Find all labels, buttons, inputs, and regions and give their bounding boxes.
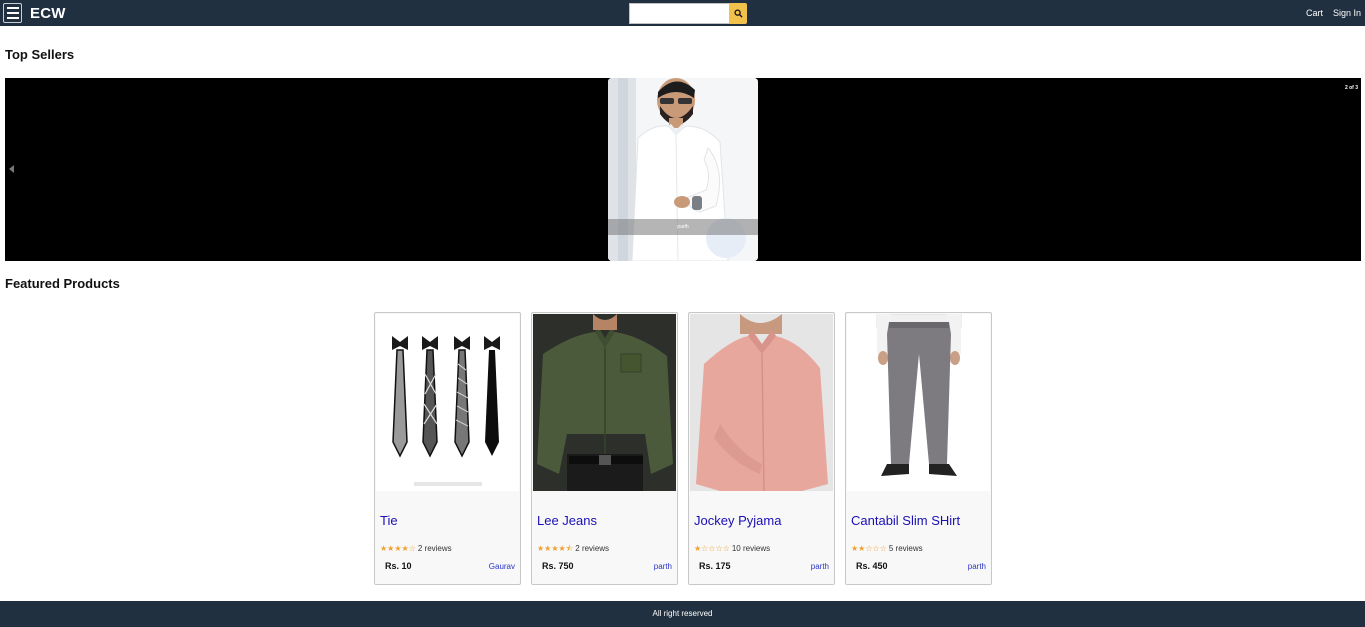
product-price: Rs. 10 xyxy=(385,561,412,571)
footer: All right reserved xyxy=(0,601,1365,627)
search-bar xyxy=(629,3,747,24)
product-name[interactable]: Tie xyxy=(380,513,398,528)
signin-link[interactable]: Sign In xyxy=(1333,8,1361,18)
review-count: 2 reviews xyxy=(575,544,610,553)
product-price: Rs. 450 xyxy=(856,561,888,571)
hamburger-menu-icon[interactable] xyxy=(3,3,22,23)
product-card[interactable]: Cantabil Slim SHirt ★★☆☆☆ 5 reviews Rs. … xyxy=(845,312,992,585)
review-count: 10 reviews xyxy=(731,544,771,553)
search-button[interactable] xyxy=(729,3,747,24)
seller-link[interactable]: parth xyxy=(968,562,986,571)
product-price: Rs. 175 xyxy=(699,561,731,571)
product-image[interactable] xyxy=(533,314,676,491)
green-shirt-image xyxy=(533,314,676,491)
header-links: Cart Sign In xyxy=(1306,8,1361,18)
carousel-slide[interactable]: parth xyxy=(608,78,758,261)
seller-link[interactable]: Gaurav xyxy=(489,562,515,571)
review-count: 5 reviews xyxy=(888,544,923,553)
cart-link[interactable]: Cart xyxy=(1306,8,1323,18)
top-sellers-title: Top Sellers xyxy=(5,47,75,62)
product-rating: ★☆☆☆☆ 10 reviews xyxy=(694,544,770,553)
star-rating-icon: ★★☆☆☆ xyxy=(851,543,887,553)
top-navbar: ECW Cart Sign In xyxy=(0,0,1365,26)
product-name[interactable]: Cantabil Slim SHirt xyxy=(851,513,960,528)
search-input[interactable] xyxy=(629,3,729,24)
seller-link[interactable]: parth xyxy=(654,562,672,571)
star-rating-icon: ★☆☆☆☆ xyxy=(694,543,730,553)
product-image[interactable] xyxy=(376,314,519,491)
seller-link[interactable]: parth xyxy=(811,562,829,571)
ties-image xyxy=(376,314,519,491)
product-name[interactable]: Lee Jeans xyxy=(537,513,597,528)
pink-shirt-image xyxy=(690,314,833,491)
product-card[interactable]: Jockey Pyjama ★☆☆☆☆ 10 reviews Rs. 175 p… xyxy=(688,312,835,585)
product-rating: ★★☆☆☆ 5 reviews xyxy=(851,544,923,553)
product-name[interactable]: Jockey Pyjama xyxy=(694,513,781,528)
brand-logo[interactable]: ECW xyxy=(30,5,66,22)
product-list: Tie ★★★★☆ 2 reviews Rs. 10 Gaurav Lee Je… xyxy=(374,312,992,585)
featured-products-title: Featured Products xyxy=(5,276,120,291)
slide-legend: parth xyxy=(608,219,758,235)
product-price: Rs. 750 xyxy=(542,561,574,571)
product-image[interactable] xyxy=(847,314,990,491)
carousel-prev-arrow-icon[interactable] xyxy=(9,165,14,173)
product-rating: ★★★★⯪ 2 reviews xyxy=(537,544,609,553)
grey-trousers-image xyxy=(847,314,990,491)
review-count: 2 reviews xyxy=(417,544,452,553)
product-card[interactable]: Lee Jeans ★★★★⯪ 2 reviews Rs. 750 parth xyxy=(531,312,678,585)
top-sellers-carousel: 2 of 3 parth xyxy=(5,78,1361,261)
star-rating-icon: ★★★★⯪ xyxy=(537,543,574,553)
product-rating: ★★★★☆ 2 reviews xyxy=(380,544,452,553)
footer-text: All right reserved xyxy=(652,609,713,618)
product-image[interactable] xyxy=(690,314,833,491)
carousel-status: 2 of 3 xyxy=(1344,85,1358,91)
product-card[interactable]: Tie ★★★★☆ 2 reviews Rs. 10 Gaurav xyxy=(374,312,521,585)
search-icon xyxy=(733,9,743,18)
star-rating-icon: ★★★★☆ xyxy=(380,543,416,553)
